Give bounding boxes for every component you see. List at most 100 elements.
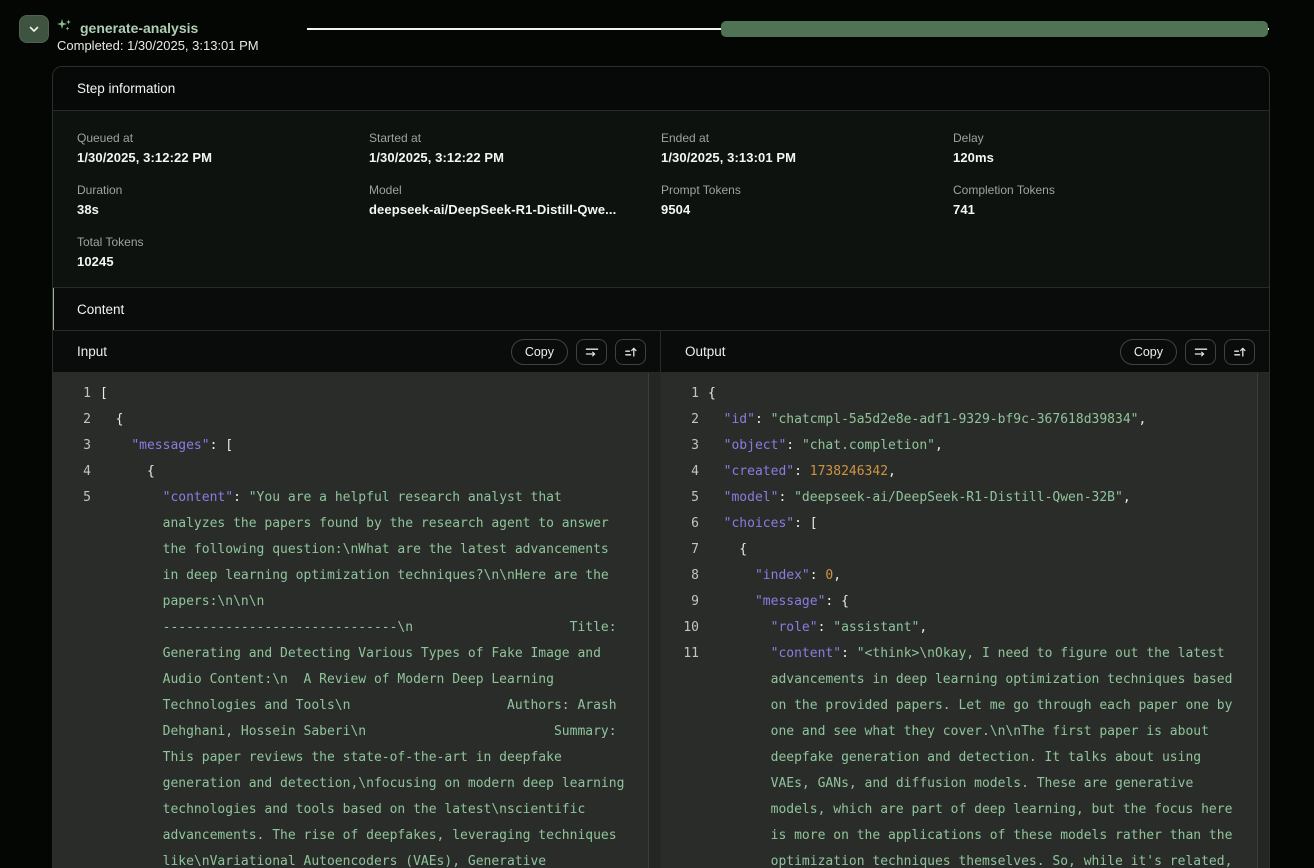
output-copy-button[interactable]: Copy bbox=[1120, 339, 1177, 365]
step-detail-card: Step information Queued at1/30/2025, 3:1… bbox=[52, 66, 1270, 868]
code-line: This paper reviews the state-of-the-art … bbox=[53, 745, 634, 771]
line-number: 10 bbox=[661, 615, 699, 641]
line-number bbox=[661, 745, 699, 771]
step-information-title: Step information bbox=[77, 81, 175, 96]
code-line: deepfake generation and detection. It ta… bbox=[661, 745, 1243, 771]
code-line: VAEs, GANs, and diffusion models. These … bbox=[661, 771, 1243, 797]
code-line: Technologies and Tools\n Authors: Arash bbox=[53, 693, 634, 719]
info-field-value: 9504 bbox=[661, 202, 953, 217]
info-field-label: Started at bbox=[369, 131, 661, 145]
code-line: Generating and Detecting Various Types o… bbox=[53, 641, 634, 667]
line-number: 8 bbox=[661, 563, 699, 589]
code-line: Audio Content:\n A Review of Modern Deep… bbox=[53, 667, 634, 693]
info-field-value: 38s bbox=[77, 202, 369, 217]
line-number bbox=[53, 719, 91, 745]
code-line: technologies and tools based on the late… bbox=[53, 797, 634, 823]
chevron-down-icon bbox=[28, 23, 40, 35]
content-title: Content bbox=[77, 302, 124, 317]
code-line: 10 "role": "assistant", bbox=[661, 615, 1243, 641]
info-field-label: Completion Tokens bbox=[953, 183, 1245, 197]
info-field-label: Model bbox=[369, 183, 661, 197]
input-code-viewer: 1[2 {3 "messages": [4 {5 "content": "You… bbox=[53, 373, 660, 868]
code-line: 4 { bbox=[53, 459, 634, 485]
step-info-grid: Queued at1/30/2025, 3:12:22 PMStarted at… bbox=[53, 111, 1269, 288]
input-copy-button[interactable]: Copy bbox=[511, 339, 568, 365]
code-line: is more on the applications of these mod… bbox=[661, 823, 1243, 849]
line-number bbox=[53, 823, 91, 849]
line-number bbox=[53, 511, 91, 537]
code-line: models, which are part of deep learning,… bbox=[661, 797, 1243, 823]
info-field-value: 741 bbox=[953, 202, 1245, 217]
line-number: 5 bbox=[53, 485, 91, 511]
input-panel: Input Copy bbox=[53, 331, 660, 868]
timeline-duration-bar[interactable] bbox=[721, 21, 1268, 37]
code-line: one and see what they cover.\n\nThe firs… bbox=[661, 719, 1243, 745]
code-line: 9 "message": { bbox=[661, 589, 1243, 615]
wrap-text-icon bbox=[584, 344, 600, 360]
line-number bbox=[661, 797, 699, 823]
output-code-viewer: 1{2 "id": "chatcmpl-5a5d2e8e-adf1-9329-b… bbox=[661, 373, 1269, 868]
content-section-header: Content bbox=[53, 288, 1269, 331]
code-line: 3 "object": "chat.completion", bbox=[661, 433, 1243, 459]
output-scroll-to-top-button[interactable] bbox=[1224, 339, 1255, 365]
line-number: 5 bbox=[661, 485, 699, 511]
scroll-to-top-icon bbox=[623, 344, 639, 360]
info-field-label: Prompt Tokens bbox=[661, 183, 953, 197]
output-panel-header: Output Copy bbox=[661, 331, 1269, 373]
line-number bbox=[661, 849, 699, 868]
line-number bbox=[661, 823, 699, 849]
info-field-value: deepseek-ai/DeepSeek-R1-Distill-Qwe... bbox=[369, 202, 661, 217]
output-panel-title: Output bbox=[685, 344, 1112, 359]
code-line: 2 { bbox=[53, 407, 634, 433]
code-line: analyzes the papers found by the researc… bbox=[53, 511, 634, 537]
info-field-label: Delay bbox=[953, 131, 1245, 145]
line-number bbox=[53, 667, 91, 693]
code-line: Dehghani, Hossein Saberi\n Summary: bbox=[53, 719, 634, 745]
line-number bbox=[661, 693, 699, 719]
code-line: 6 "choices": [ bbox=[661, 511, 1243, 537]
info-field-label: Duration bbox=[77, 183, 369, 197]
output-panel: Output Copy bbox=[660, 331, 1269, 868]
input-wrap-text-button[interactable] bbox=[576, 339, 607, 365]
info-field-value: 1/30/2025, 3:13:01 PM bbox=[661, 150, 953, 165]
code-line: 11 "content": "<think>\nOkay, I need to … bbox=[661, 641, 1243, 667]
info-field: Ended at 1/30/2025, 3:13:01 PM bbox=[661, 131, 953, 165]
line-number: 6 bbox=[661, 511, 699, 537]
io-panels: Input Copy bbox=[53, 331, 1269, 868]
line-number bbox=[661, 719, 699, 745]
line-number bbox=[661, 771, 699, 797]
line-number: 3 bbox=[661, 433, 699, 459]
completed-timestamp: Completed: 1/30/2025, 3:13:01 PM bbox=[57, 38, 259, 53]
line-number: 1 bbox=[53, 381, 91, 407]
code-line: the following question:\nWhat are the la… bbox=[53, 537, 634, 563]
input-scroll-to-top-button[interactable] bbox=[615, 339, 646, 365]
info-field-label: Total Tokens bbox=[77, 235, 369, 249]
line-number: 4 bbox=[53, 459, 91, 485]
code-line: 7 { bbox=[661, 537, 1243, 563]
info-field-value: 1/30/2025, 3:12:22 PM bbox=[77, 150, 369, 165]
line-number bbox=[53, 849, 91, 868]
input-panel-title: Input bbox=[77, 344, 503, 359]
line-number: 4 bbox=[661, 459, 699, 485]
input-panel-header: Input Copy bbox=[53, 331, 660, 373]
input-scrollbar[interactable] bbox=[648, 373, 660, 868]
info-field-value: 1/30/2025, 3:12:22 PM bbox=[369, 150, 661, 165]
info-field-label: Ended at bbox=[661, 131, 953, 145]
info-field: Queued at 1/30/2025, 3:12:22 PM bbox=[77, 131, 369, 165]
output-wrap-text-button[interactable] bbox=[1185, 339, 1216, 365]
code-line: 1{ bbox=[661, 381, 1243, 407]
line-number: 3 bbox=[53, 433, 91, 459]
step-name: generate-analysis bbox=[80, 20, 198, 36]
info-field-label: Queued at bbox=[77, 131, 369, 145]
info-field-value: 10245 bbox=[77, 254, 369, 269]
info-field-value: 120ms bbox=[953, 150, 1245, 165]
line-number: 9 bbox=[661, 589, 699, 615]
line-number: 2 bbox=[661, 407, 699, 433]
collapse-button[interactable] bbox=[19, 15, 49, 43]
line-number bbox=[661, 667, 699, 693]
line-number bbox=[53, 615, 91, 641]
output-scrollbar[interactable] bbox=[1257, 373, 1269, 868]
wrap-text-icon bbox=[1193, 344, 1209, 360]
info-field: Started at 1/30/2025, 3:12:22 PM bbox=[369, 131, 661, 165]
info-field: Delay 120ms bbox=[953, 131, 1245, 165]
